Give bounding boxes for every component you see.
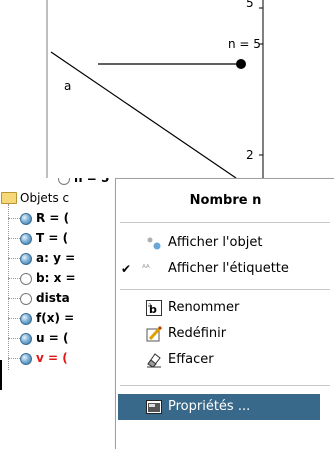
menu-item-rename[interactable]: ba Renommer	[116, 295, 334, 321]
algebra-item-label: f(x) =	[36, 311, 75, 325]
algebra-item-label: dista	[36, 291, 70, 305]
menu-title: Nombre n	[189, 193, 262, 208]
menu-separator	[120, 222, 330, 223]
tree-branch	[8, 338, 20, 339]
algebra-item-label: R = (	[36, 211, 70, 225]
tree-branch	[8, 238, 20, 239]
visible-object-icon[interactable]	[20, 213, 32, 225]
menu-item-delete[interactable]: Effacer	[116, 347, 334, 373]
hidden-object-icon[interactable]	[20, 293, 32, 305]
segment-a	[50, 51, 237, 179]
partial-top-label: n = 5	[74, 178, 110, 185]
tree-branch	[8, 358, 20, 359]
tree-branch	[8, 318, 20, 319]
algebra-item-label: u = (	[36, 331, 69, 345]
menu-item-show-label[interactable]: ✔ ᴬᴬ Afficher l'étiquette	[116, 256, 334, 282]
visible-object-icon[interactable]	[20, 333, 32, 345]
algebra-item-label: a: y =	[36, 251, 76, 265]
menu-separator	[120, 289, 330, 290]
algebra-item-label: T = (	[36, 231, 69, 245]
tree-branch	[8, 278, 20, 279]
show-object-icon	[146, 235, 162, 251]
tree-branch	[8, 218, 20, 219]
menu-item-label: Effacer	[168, 352, 214, 367]
menu-item-label: Renommer	[168, 300, 240, 315]
rename-icon: ba	[146, 300, 162, 316]
menu-item-properties[interactable]: Propriétés ...	[118, 394, 320, 420]
slider-label: n = 5	[228, 37, 261, 51]
hidden-object-icon	[58, 178, 70, 185]
slider-point[interactable]	[236, 59, 246, 69]
show-label-icon: ᴬᴬ	[142, 264, 150, 274]
algebra-view[interactable]: n = 5 Objets c R = ( T = ( a: y = b: x = dis…	[0, 178, 130, 448]
properties-icon	[146, 399, 162, 415]
folder-label: Objets c	[20, 191, 70, 205]
axis-tick-label-top: 5	[246, 0, 254, 10]
menu-item-redefine[interactable]: Redéfinir	[116, 321, 334, 347]
hidden-object-icon[interactable]	[20, 273, 32, 285]
visible-object-icon[interactable]	[20, 233, 32, 245]
menu-item-show-object[interactable]: Afficher l'objet	[116, 230, 334, 256]
visible-object-icon[interactable]	[20, 313, 32, 325]
tree-branch	[8, 258, 20, 259]
eraser-icon	[146, 352, 162, 368]
menu-item-label: Propriétés ...	[168, 399, 251, 414]
menu-item-label: Afficher l'objet	[168, 235, 263, 250]
visible-object-icon[interactable]	[20, 253, 32, 265]
menu-separator	[120, 385, 330, 386]
redefine-icon	[146, 325, 163, 342]
context-menu[interactable]: Nombre n Afficher l'objet ✔ ᴬᴬ Afficher …	[115, 178, 334, 449]
tree-branch	[8, 298, 20, 299]
segment-label: a	[64, 79, 72, 93]
axis-tick-label-2: 2	[246, 148, 254, 162]
checkmark-icon: ✔	[121, 262, 132, 276]
folder-icon	[1, 192, 17, 204]
menu-item-label: Afficher l'étiquette	[168, 261, 289, 276]
tree-connector	[8, 204, 9, 370]
algebra-item-label: b: x =	[36, 271, 76, 285]
algebra-item-label: v = (	[36, 351, 68, 365]
svg-text:a: a	[148, 302, 152, 309]
menu-item-label: Redéfinir	[168, 326, 227, 341]
resize-marker[interactable]	[0, 360, 2, 390]
visible-object-icon[interactable]	[20, 353, 32, 365]
